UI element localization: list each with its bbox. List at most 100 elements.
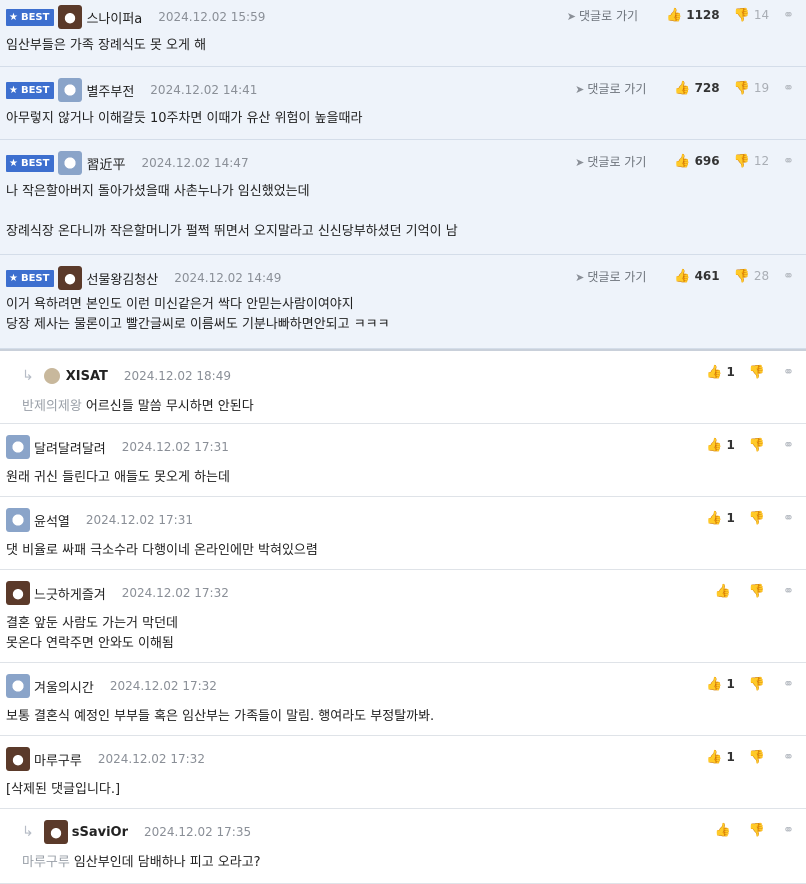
nickname[interactable]: 달려달려달려	[34, 438, 106, 457]
share-button[interactable]: ⚭	[783, 154, 798, 169]
upvote-button[interactable]: 👍 696	[674, 154, 719, 169]
comment-item: 느긋하게즐겨 2024.12.02 17:32 👍 👎 ⚭ 결혼 앞둔 사람도 …	[0, 570, 806, 663]
reply-item: ↳ sSaviOr 2024.12.02 17:35 👍 👎 ⚭ 마루구루 임산부…	[0, 809, 806, 884]
star-icon: ★	[9, 84, 18, 96]
comment-date: 2024.12.02 17:32	[97, 752, 205, 766]
upvote-button[interactable]: 👍 1	[706, 750, 735, 765]
share-button[interactable]: ⚭	[783, 81, 798, 96]
avatar[interactable]	[6, 581, 30, 605]
upvote-button[interactable]: 👍 1	[706, 365, 735, 380]
avatar[interactable]	[58, 151, 83, 175]
nickname[interactable]: sSaviOr	[72, 825, 128, 840]
thumbs-up-icon: 👍	[706, 749, 723, 765]
goto-comment-link[interactable]: ➤ 댓글로 가기	[567, 7, 638, 24]
comment-item: 마루구루 2024.12.02 17:32 👍 1 👎 ⚭ [삭제된 댓글입니다.…	[0, 736, 806, 809]
upvote-button[interactable]: 👍 1	[706, 511, 735, 526]
best-badge: ★ BEST	[6, 269, 55, 287]
thumbs-up-icon: 👍	[706, 364, 723, 380]
reply-target[interactable]: 마루구루	[22, 855, 70, 870]
nickname[interactable]: 선물왕김청산	[86, 269, 158, 288]
share-icon: ⚭	[783, 437, 794, 453]
share-button[interactable]: ⚭	[783, 584, 798, 599]
upvote-button[interactable]: 👍	[715, 584, 735, 599]
avatar[interactable]	[43, 820, 68, 844]
share-button[interactable]: ⚭	[783, 269, 798, 284]
nickname[interactable]: 마루구루	[34, 750, 82, 769]
nickname[interactable]: 스나이퍼a	[86, 8, 142, 27]
avatar[interactable]	[6, 747, 30, 771]
comment-text: [삭제된 댓글입니다.]	[6, 782, 121, 797]
upvote-button[interactable]: 👍 1	[706, 438, 735, 453]
comment-text: 임산부들은 가족 장례식도 못 오게 해	[6, 38, 207, 53]
avatar[interactable]	[58, 5, 83, 29]
nickname[interactable]: XISAT	[66, 369, 108, 384]
thumbs-up-icon: 👍	[714, 822, 731, 838]
share-button[interactable]: ⚭	[783, 365, 798, 380]
reply-item: ↳ XISAT 2024.12.02 18:49 👍 1 👎 ⚭ 반제의제왕 어르신…	[0, 349, 806, 424]
thumbs-up-icon: 👍	[714, 583, 731, 599]
comment-text: 아무렇지 않거나 이해갈듯 10주차면 이때가 유산 위험이 높을때라	[6, 111, 363, 126]
share-button[interactable]: ⚭	[783, 750, 798, 765]
avatar[interactable]	[58, 266, 83, 290]
reply-target[interactable]: 반제의제왕	[22, 399, 82, 414]
comment-item: 윤석열 2024.12.02 17:31 👍 1 👎 ⚭ 댓 비율로 싸패 극소수…	[0, 497, 806, 570]
goto-comment-link[interactable]: ➤ 댓글로 가기	[575, 80, 646, 97]
downvote-button[interactable]: 👎 28	[734, 269, 769, 284]
share-button[interactable]: ⚭	[783, 8, 798, 23]
upvote-button[interactable]: 👍 461	[674, 269, 719, 284]
thumbs-down-icon: 👎	[733, 80, 750, 96]
avatar[interactable]	[6, 674, 30, 698]
comment-text: 결혼 앞둔 사람도 가는거 막던데 못온다 연락주면 안와도 이해됨	[6, 616, 179, 651]
downvote-button[interactable]: 👎	[749, 511, 769, 526]
downvote-button[interactable]: 👎	[749, 584, 769, 599]
thumbs-up-icon: 👍	[674, 268, 691, 284]
thumbs-down-icon: 👎	[748, 437, 766, 453]
comment-date: 2024.12.02 14:49	[174, 271, 282, 285]
send-icon: ➤	[575, 82, 585, 96]
comment-item: 겨울의시간 2024.12.02 17:32 👍 1 👎 ⚭ 보통 결혼식 예정인…	[0, 663, 806, 736]
reply-arrow-icon: ↳	[22, 824, 34, 840]
avatar[interactable]	[6, 435, 30, 459]
send-icon: ➤	[575, 270, 585, 284]
upvote-button[interactable]: 👍 1128	[666, 8, 720, 23]
comment-item: ★ BEST 별주부전 2024.12.02 14:41 ➤ 댓글로 가기 👍 728…	[0, 67, 806, 140]
nickname[interactable]: 윤석열	[34, 511, 70, 530]
thumbs-down-icon: 👎	[748, 364, 766, 380]
nickname[interactable]: 느긋하게즐겨	[34, 584, 106, 603]
nickname[interactable]: 별주부전	[86, 81, 134, 100]
share-icon: ⚭	[783, 510, 794, 526]
send-icon: ➤	[566, 9, 577, 23]
share-icon: ⚭	[783, 749, 794, 765]
goto-comment-link[interactable]: ➤ 댓글로 가기	[575, 268, 646, 285]
downvote-button[interactable]: 👎	[749, 365, 769, 380]
downvote-button[interactable]: 👎 19	[734, 81, 769, 96]
downvote-button[interactable]: 👎	[749, 823, 769, 838]
comment-item: ★ BEST 習近平 2024.12.02 14:47 ➤ 댓글로 가기 👍 696 …	[0, 140, 806, 255]
share-button[interactable]: ⚭	[783, 438, 798, 453]
share-icon: ⚭	[783, 676, 794, 692]
nickname[interactable]: 겨울의시간	[34, 677, 94, 696]
downvote-button[interactable]: 👎 12	[734, 154, 769, 169]
thumbs-down-icon: 👎	[733, 268, 750, 284]
avatar[interactable]	[6, 508, 30, 532]
upvote-button[interactable]: 👍	[715, 823, 735, 838]
downvote-button[interactable]: 👎	[749, 750, 769, 765]
share-icon: ⚭	[783, 583, 794, 599]
comment-date: 2024.12.02 17:31	[85, 513, 193, 527]
downvote-button[interactable]: 👎	[749, 438, 769, 453]
avatar[interactable]	[58, 78, 83, 102]
share-button[interactable]: ⚭	[783, 823, 798, 838]
share-icon: ⚭	[783, 80, 794, 96]
nickname[interactable]: 習近平	[86, 154, 125, 173]
avatar[interactable]	[43, 368, 60, 384]
thumbs-down-icon: 👎	[748, 510, 766, 526]
upvote-button[interactable]: 👍 728	[674, 81, 719, 96]
goto-comment-link[interactable]: ➤ 댓글로 가기	[575, 153, 646, 170]
share-button[interactable]: ⚭	[783, 677, 798, 692]
upvote-button[interactable]: 👍 1	[706, 677, 735, 692]
comment-date: 2024.12.02 17:32	[121, 586, 229, 600]
downvote-button[interactable]: 👎 14	[734, 8, 769, 23]
share-button[interactable]: ⚭	[783, 511, 798, 526]
downvote-button[interactable]: 👎	[749, 677, 769, 692]
reply-arrow-icon: ↳	[22, 368, 34, 384]
